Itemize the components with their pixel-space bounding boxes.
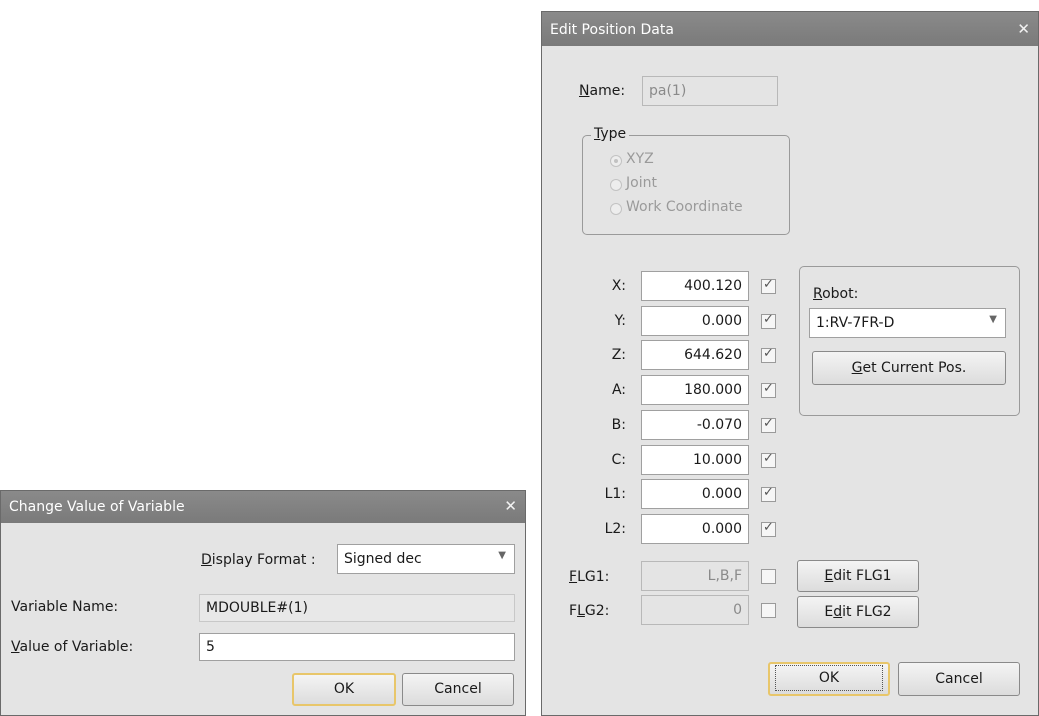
cancel-button-label: Cancel bbox=[434, 681, 482, 697]
axis-checkbox-a[interactable]: ✓ bbox=[761, 381, 776, 398]
get-current-pos-button[interactable]: Get Current Pos. bbox=[812, 351, 1006, 385]
radio-joint[interactable] bbox=[610, 179, 622, 191]
variable-name-label: Variable Name: bbox=[11, 599, 119, 615]
axis-input-l1[interactable]: 0.000 bbox=[641, 479, 749, 509]
chevron-down-icon: ▼ bbox=[498, 550, 506, 561]
axis-label-b: B: bbox=[611, 417, 626, 433]
radio-selected-dot bbox=[614, 159, 618, 163]
radio-joint-label: Joint bbox=[626, 175, 657, 191]
ok-button[interactable]: OK bbox=[292, 673, 396, 706]
radio-xyz[interactable] bbox=[610, 155, 622, 167]
axis-checkbox-y[interactable]: ✓ bbox=[761, 312, 776, 329]
flg2-field: 0 bbox=[641, 595, 749, 625]
value-of-variable-label: Value of Variable: bbox=[11, 639, 134, 655]
edit-position-titlebar[interactable]: Edit Position Data ✕ bbox=[542, 12, 1038, 46]
radio-work-coordinate-label: Work Coordinate bbox=[626, 199, 743, 215]
cancel-button[interactable]: Cancel bbox=[898, 662, 1020, 696]
axis-checkbox-l2[interactable]: ✓ bbox=[761, 520, 776, 537]
ok-button-label: OK bbox=[775, 665, 883, 691]
ok-button[interactable]: OK bbox=[768, 662, 890, 696]
axis-checkbox-x[interactable]: ✓ bbox=[761, 277, 776, 294]
robot-select-value: 1:RV-7FR-D bbox=[816, 315, 895, 331]
change-value-titlebar[interactable]: Change Value of Variable ✕ bbox=[1, 491, 525, 523]
axis-label-y: Y: bbox=[614, 313, 626, 329]
axis-label-c: C: bbox=[611, 452, 627, 468]
robot-label: Robot: bbox=[813, 286, 859, 302]
variable-name-field: MDOUBLE#(1) bbox=[199, 594, 515, 622]
flg2-label: FLG2: bbox=[569, 603, 610, 619]
check-icon: ✓ bbox=[763, 451, 774, 466]
edit-flg2-label: Edit FLG2 bbox=[824, 604, 892, 620]
robot-select[interactable]: 1:RV-7FR-D ▼ bbox=[809, 308, 1006, 338]
chevron-down-icon: ▼ bbox=[989, 314, 997, 325]
display-format-select[interactable]: Signed dec ▼ bbox=[337, 544, 515, 574]
value-of-variable-input[interactable]: 5 bbox=[199, 633, 515, 661]
axis-input-l2[interactable]: 0.000 bbox=[641, 514, 749, 544]
name-field: pa(1) bbox=[642, 76, 778, 106]
get-current-pos-label: Get Current Pos. bbox=[851, 360, 967, 376]
cancel-button[interactable]: Cancel bbox=[402, 673, 514, 706]
type-group-label: Type bbox=[591, 126, 630, 142]
axis-label-z: Z: bbox=[611, 347, 626, 363]
check-icon: ✓ bbox=[763, 346, 774, 361]
name-label: Name: bbox=[579, 83, 626, 99]
check-icon: ✓ bbox=[763, 520, 774, 535]
edit-flg1-button[interactable]: Edit FLG1 bbox=[797, 560, 919, 592]
edit-position-dialog: Edit Position Data ✕ Name: pa(1) Type XY… bbox=[541, 11, 1039, 716]
change-value-dialog: Change Value of Variable ✕ Display Forma… bbox=[0, 490, 526, 716]
flg2-checkbox[interactable] bbox=[761, 603, 776, 618]
radio-xyz-label: XYZ bbox=[626, 151, 654, 167]
axis-label-x: X: bbox=[611, 278, 626, 294]
axis-checkbox-b[interactable]: ✓ bbox=[761, 416, 776, 433]
display-format-value: Signed dec bbox=[344, 551, 422, 567]
ok-button-label: OK bbox=[333, 681, 355, 697]
axis-input-b[interactable]: -0.070 bbox=[641, 410, 749, 440]
axis-checkbox-c[interactable]: ✓ bbox=[761, 451, 776, 468]
axis-label-l2: L2: bbox=[604, 521, 626, 537]
flg1-field: L,B,F bbox=[641, 561, 749, 591]
close-icon[interactable]: ✕ bbox=[1017, 20, 1030, 38]
axis-input-x[interactable]: 400.120 bbox=[641, 271, 749, 301]
axis-checkbox-z[interactable]: ✓ bbox=[761, 346, 776, 363]
axis-label-l1: L1: bbox=[604, 486, 626, 502]
dialog-title: Edit Position Data bbox=[550, 22, 674, 38]
check-icon: ✓ bbox=[763, 277, 774, 292]
axis-input-y[interactable]: 0.000 bbox=[641, 306, 749, 336]
check-icon: ✓ bbox=[763, 312, 774, 327]
check-icon: ✓ bbox=[763, 416, 774, 431]
axis-input-c[interactable]: 10.000 bbox=[641, 445, 749, 475]
dialog-title: Change Value of Variable bbox=[9, 499, 185, 515]
axis-checkbox-l1[interactable]: ✓ bbox=[761, 485, 776, 502]
display-format-label: Display Format : bbox=[201, 552, 316, 568]
axis-label-a: A: bbox=[611, 382, 626, 398]
edit-flg1-label: Edit FLG1 bbox=[824, 568, 892, 584]
cancel-button-label: Cancel bbox=[935, 671, 983, 687]
flg1-label: FLG1: bbox=[569, 569, 610, 585]
axis-input-a[interactable]: 180.000 bbox=[641, 375, 749, 405]
flg1-checkbox[interactable] bbox=[761, 569, 776, 584]
axis-input-z[interactable]: 644.620 bbox=[641, 340, 749, 370]
close-icon[interactable]: ✕ bbox=[504, 497, 517, 515]
check-icon: ✓ bbox=[763, 381, 774, 396]
check-icon: ✓ bbox=[763, 485, 774, 500]
edit-flg2-button[interactable]: Edit FLG2 bbox=[797, 596, 919, 628]
radio-work-coordinate[interactable] bbox=[610, 203, 622, 215]
